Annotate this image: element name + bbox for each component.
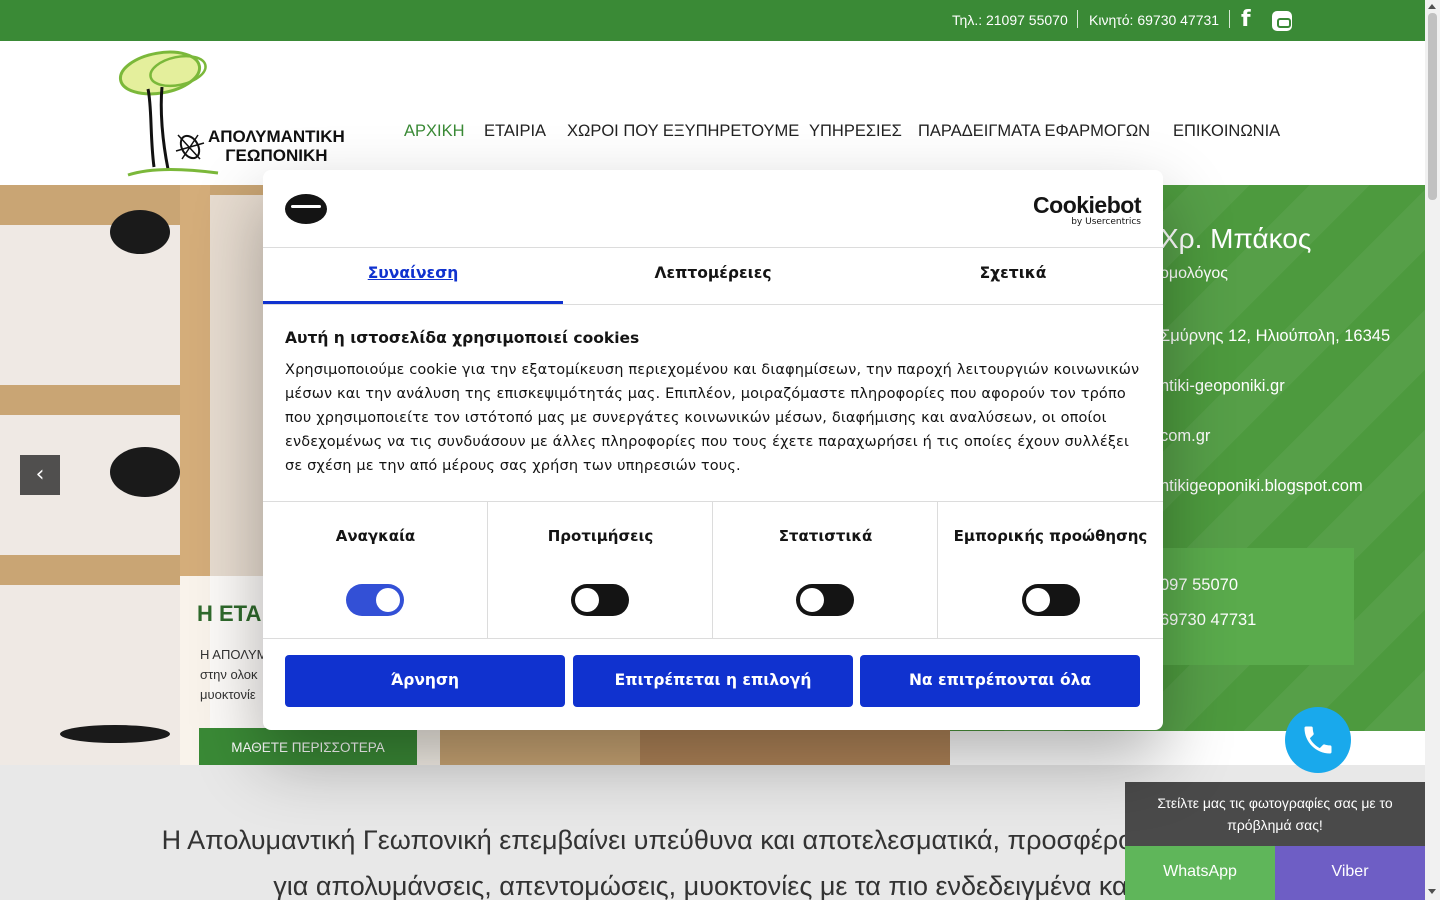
contact-website[interactable]: ntiki-geoponiki.gr (1160, 377, 1285, 396)
deny-button[interactable]: Άρνηση (285, 655, 565, 707)
topbar-mobile[interactable]: Κινητό: 69730 47731 (1089, 12, 1219, 28)
scrollbar-thumb[interactable] (1428, 13, 1437, 200)
blogger-icon[interactable] (1272, 11, 1292, 31)
category-statistics: Στατιστικά (778, 527, 873, 545)
shelf-base (640, 725, 950, 765)
contact-address: Σμύρνης 12, Ηλιούπολη, 16345 (1160, 327, 1391, 345)
phone-icon (1304, 726, 1332, 754)
hero-card-title: Η ΕΤΑ (197, 601, 262, 626)
category-marketing: Εμπορικής προώθησης (953, 527, 1148, 545)
tab-about[interactable]: Σχετικά (863, 264, 1163, 282)
call-button[interactable] (1285, 707, 1351, 773)
beetle-image (110, 210, 170, 254)
centipede-image (60, 725, 170, 743)
nav-services[interactable]: ΥΠΗΡΕΣΙΕΣ (809, 122, 902, 141)
message-widget: Στείλτε μας τις φωτογραφίες σας με το πρ… (1125, 782, 1425, 900)
necessary-toggle (346, 584, 404, 616)
category-preferences: Προτιμήσεις (547, 527, 654, 545)
dialog-title: Αυτή η ιστοσελίδα χρησιμοποιεί cookies (285, 329, 640, 347)
contact-blog[interactable]: ntikigeoponiki.blogspot.com (1160, 477, 1363, 496)
divider (263, 304, 1163, 305)
beetle-image (110, 447, 180, 497)
scroll-down-arrow-icon[interactable] (1428, 889, 1436, 894)
contact-phone[interactable]: 097 55070 (1160, 576, 1238, 595)
nav-areas[interactable]: ΧΩΡΟΙ ΠΟΥ ΕΞΥΠΗΡΕΤΟΥΜΕ (567, 122, 799, 141)
nav-company[interactable]: ΕΤΑΙΡΙΑ (484, 122, 546, 141)
contact-email[interactable]: com.gr (1160, 427, 1210, 446)
widget-message: Στείλτε μας τις φωτογραφίες σας με το πρ… (1125, 782, 1425, 846)
category-necessary: Αναγκαία (335, 527, 416, 545)
divider (263, 638, 1163, 639)
divider (263, 247, 1163, 248)
allow-selection-button[interactable]: Επιτρέπεται η επιλογή (573, 655, 853, 707)
topbar-phone[interactable]: Τηλ.: 21097 55070 (952, 12, 1068, 28)
cookiebot-logo-icon (285, 194, 327, 224)
tab-consent[interactable]: Συναίνεση (263, 264, 563, 282)
preferences-toggle[interactable] (571, 584, 629, 616)
top-bar: Τηλ.: 21097 55070 Κινητό: 69730 47731 f (0, 0, 1425, 41)
site-logo[interactable]: ΑΠΟΛΥΜΑΝΤΙΚΗ ΓΕΩΠΟΝΙΚΗ (118, 47, 368, 181)
divider (1229, 10, 1230, 28)
whatsapp-button[interactable]: WhatsApp (1125, 846, 1275, 900)
statistics-toggle[interactable] (796, 584, 854, 616)
slider-prev-button[interactable]: ‹ (20, 455, 60, 495)
nav-examples[interactable]: ΠΑΡΑΔΕΙΓΜΑΤΑ ΕΦΑΡΜΟΓΩΝ (918, 122, 1150, 141)
dialog-body-text: Χρησιμοποιούμε cookie για την εξατομίκευ… (285, 362, 1140, 474)
tab-details[interactable]: Λεπτομέρειες (563, 264, 863, 282)
contact-mobile[interactable]: 69730 47731 (1160, 611, 1256, 630)
facebook-icon[interactable]: f (1241, 8, 1251, 32)
divider (1077, 10, 1078, 28)
allow-all-button[interactable]: Να επιτρέπονται όλα (860, 655, 1140, 707)
viber-button[interactable]: Viber (1275, 846, 1425, 900)
cookiebot-brand[interactable]: Cookiebot by Usercentrics (1033, 192, 1141, 227)
contact-role: ομολόγος (1160, 265, 1228, 282)
marketing-toggle[interactable] (1022, 584, 1080, 616)
nav-home[interactable]: ΑΡΧΙΚΗ (404, 122, 465, 141)
nav-contact[interactable]: ΕΠΙΚΟΙΝΩΝΙΑ (1173, 122, 1280, 141)
site-header: ΑΠΟΛΥΜΑΝΤΙΚΗ ΓΕΩΠΟΝΙΚΗ ΑΡΧΙΚΗ ΕΤΑΙΡΙΑ ΧΩ… (0, 41, 1425, 185)
cookie-consent-dialog: Cookiebot by Usercentrics Συναίνεση Λεπτ… (263, 170, 1163, 730)
scroll-up-arrow-icon[interactable] (1428, 4, 1436, 9)
logo-text: ΑΠΟΛΥΜΑΝΤΙΚΗ ΓΕΩΠΟΝΙΚΗ (208, 127, 345, 165)
learn-more-button[interactable]: ΜΑΘΕΤΕ ΠΕΡΙΣΣΟΤΕΡΑ (199, 728, 417, 765)
contact-name: Χρ. Μπάκος (1160, 223, 1312, 254)
